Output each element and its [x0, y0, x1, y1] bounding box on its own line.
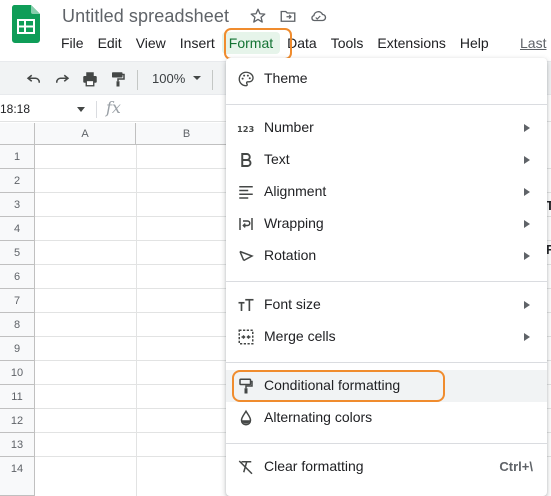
submenu-arrow-icon [524, 333, 530, 341]
column-header-a[interactable]: A [35, 123, 136, 145]
menu-insert[interactable]: Insert [173, 32, 222, 54]
svg-text:123: 123 [237, 124, 254, 134]
sheets-logo-icon[interactable] [12, 5, 40, 43]
menu-item-label: Wrapping [264, 215, 324, 231]
menu-item-rotation[interactable]: Rotation [226, 240, 547, 272]
row-header[interactable]: 2 [0, 169, 35, 193]
conditional-formatting-highlight-outline [232, 370, 445, 402]
undo-icon[interactable] [25, 70, 43, 88]
toolbar-divider [137, 70, 138, 90]
column-header-b[interactable]: B [136, 123, 238, 145]
menu-item-label: Font size [264, 296, 321, 312]
row-header[interactable]: 4 [0, 217, 35, 241]
menu-item-label: Theme [264, 70, 308, 86]
format-dropdown-menu: Theme 123 Number Text Alignment Wrapping [226, 58, 547, 496]
row-header[interactable]: 8 [0, 313, 35, 337]
menu-item-label: Text [264, 151, 290, 167]
text-wrap-icon [239, 218, 253, 230]
submenu-arrow-icon [524, 301, 530, 309]
formula-divider [96, 101, 97, 118]
row-header[interactable]: 6 [0, 265, 35, 289]
menu-view[interactable]: View [129, 32, 173, 54]
menu-item-merge-cells[interactable]: Merge cells [226, 321, 547, 353]
color-fill-drop-icon [240, 409, 252, 426]
menu-item-alignment[interactable]: Alignment [226, 176, 547, 208]
menu-item-label: Rotation [264, 247, 317, 263]
row-header[interactable]: 11 [0, 385, 35, 409]
menu-item-label: Number [264, 119, 314, 135]
document-title[interactable]: Untitled spreadsheet [62, 6, 229, 27]
menu-item-text[interactable]: Text [226, 144, 547, 176]
menu-item-wrapping[interactable]: Wrapping [226, 208, 547, 240]
row-header[interactable]: 14 [0, 457, 35, 496]
menu-item-theme[interactable]: Theme [226, 63, 547, 95]
bold-icon [241, 153, 252, 167]
cloud-saved-icon[interactable] [309, 7, 327, 25]
submenu-arrow-icon [524, 124, 530, 132]
row-header[interactable]: 13 [0, 433, 35, 457]
submenu-arrow-icon [524, 156, 530, 164]
select-all-corner[interactable] [0, 123, 35, 145]
paint-format-icon[interactable] [109, 70, 127, 88]
keyboard-shortcut: Ctrl+\ [499, 459, 533, 474]
zoom-select[interactable]: 100% [152, 71, 185, 86]
format-menu-highlight-outline [224, 28, 292, 60]
row-header[interactable]: 12 [0, 409, 35, 433]
number-format-icon: 123 [237, 124, 254, 134]
name-box[interactable]: 18:18 [0, 102, 30, 116]
row-header[interactable]: 10 [0, 361, 35, 385]
row-header[interactable]: 1 [0, 145, 35, 169]
menu-divider [226, 443, 547, 444]
menu-edit[interactable]: Edit [91, 32, 129, 54]
menu-divider [226, 362, 547, 363]
menu-tools[interactable]: Tools [324, 32, 371, 54]
star-icon[interactable] [249, 7, 267, 25]
menu-extensions[interactable]: Extensions [370, 32, 452, 54]
menu-item-alternating-colors[interactable]: Alternating colors [226, 402, 547, 434]
submenu-arrow-icon [524, 188, 530, 196]
row-header[interactable]: 7 [0, 289, 35, 313]
row-header[interactable]: 9 [0, 337, 35, 361]
move-folder-icon[interactable] [279, 7, 297, 25]
row-header[interactable]: 3 [0, 193, 35, 217]
last-edit-link[interactable]: Last [520, 35, 546, 51]
menu-item-font-size[interactable]: Font size [226, 289, 547, 321]
fx-icon: fx [106, 98, 121, 117]
menu-item-label: Alternating colors [264, 409, 373, 425]
submenu-arrow-icon [524, 220, 530, 228]
redo-icon[interactable] [53, 70, 71, 88]
menu-item-label: Merge cells [264, 328, 336, 344]
menu-item-clear-formatting[interactable]: Clear formatting Ctrl+\ [226, 451, 547, 483]
row-header[interactable]: 5 [0, 241, 35, 265]
menu-item-label: Clear formatting [264, 458, 364, 474]
palette-icon [238, 71, 254, 87]
submenu-arrow-icon [524, 252, 530, 260]
clear-formatting-icon [238, 460, 253, 475]
font-size-icon [238, 298, 254, 311]
menu-divider [226, 104, 547, 105]
toolbar-divider [212, 70, 213, 90]
zoom-caret-icon[interactable] [192, 73, 202, 83]
align-left-icon [239, 186, 253, 199]
menu-file[interactable]: File [54, 32, 91, 54]
name-box-caret-icon[interactable] [76, 106, 86, 114]
print-icon[interactable] [81, 70, 99, 88]
text-rotation-icon [239, 250, 254, 262]
menu-help[interactable]: Help [453, 32, 496, 54]
menu-item-label: Alignment [264, 183, 327, 199]
menu-divider [226, 281, 547, 282]
menu-item-number[interactable]: 123 Number [226, 112, 547, 144]
merge-cells-icon [238, 329, 254, 345]
